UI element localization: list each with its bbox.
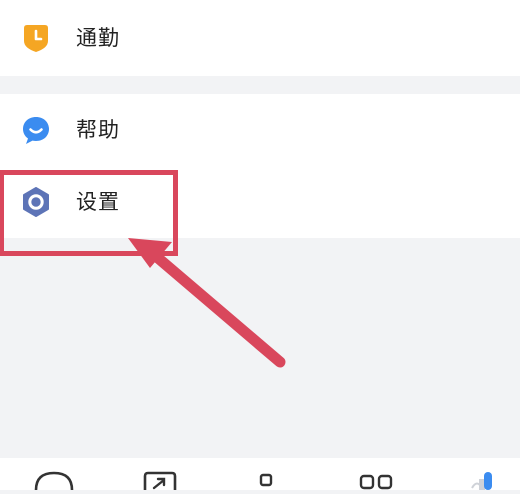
annotation-highlight-box: [0, 170, 178, 256]
share-icon[interactable]: [142, 470, 178, 490]
menu-label-commute: 通勤: [76, 26, 120, 50]
chat-icon[interactable]: [34, 470, 74, 491]
profile-icon[interactable]: [470, 470, 500, 490]
menu-item-commute[interactable]: 通勤: [0, 2, 520, 74]
bottom-tab-bar: [0, 458, 520, 491]
clock-icon: [20, 22, 52, 54]
menu-item-help[interactable]: 帮助: [0, 94, 520, 166]
apps-icon[interactable]: [358, 470, 394, 490]
chat-bubble-icon: [20, 114, 52, 146]
menu-label-help: 帮助: [76, 118, 120, 142]
square-icon[interactable]: [256, 470, 276, 490]
